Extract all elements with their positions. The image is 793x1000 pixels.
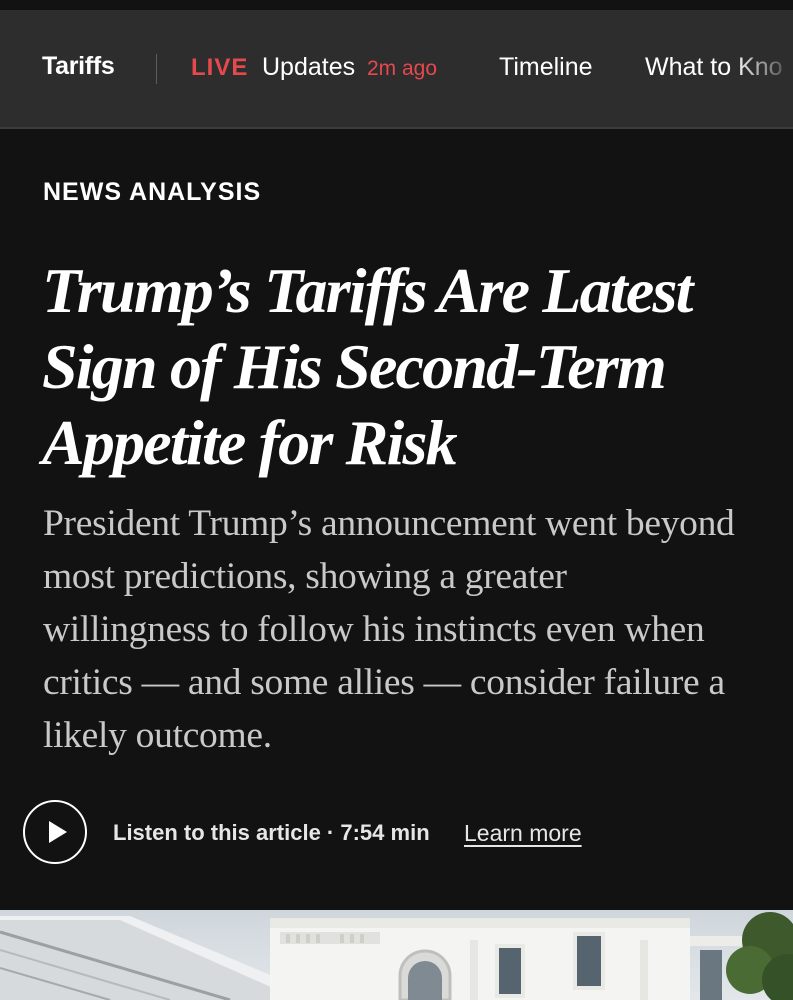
listen-label: Listen to this article · 7:54 min [113,820,430,845]
updated-timestamp: 2m ago [367,57,438,80]
nav-section-tariffs[interactable]: Tariffs [42,52,115,81]
timeline-link[interactable]: Timeline [499,53,593,82]
article-summary: President Trump’s announcement went beyo… [43,503,735,756]
live-label[interactable]: LIVE [191,54,248,82]
updates-link[interactable]: Updates [262,53,355,82]
article-headline: Trump’s Tariffs Are Latest Sign of His S… [42,255,693,478]
white-house-photo [0,910,793,1000]
play-icon [49,821,67,843]
nav-scroll-fade [733,10,793,127]
nav-divider [156,54,157,84]
article-kicker: NEWS ANALYSIS [43,178,262,206]
lead-photo[interactable] [0,910,793,1000]
top-strip [0,0,793,10]
play-audio-button[interactable] [23,800,87,864]
live-updates-nav: Tariffs LIVE Updates 2m ago Timeline Wha… [0,10,793,129]
learn-more-link[interactable]: Learn more [464,820,582,847]
